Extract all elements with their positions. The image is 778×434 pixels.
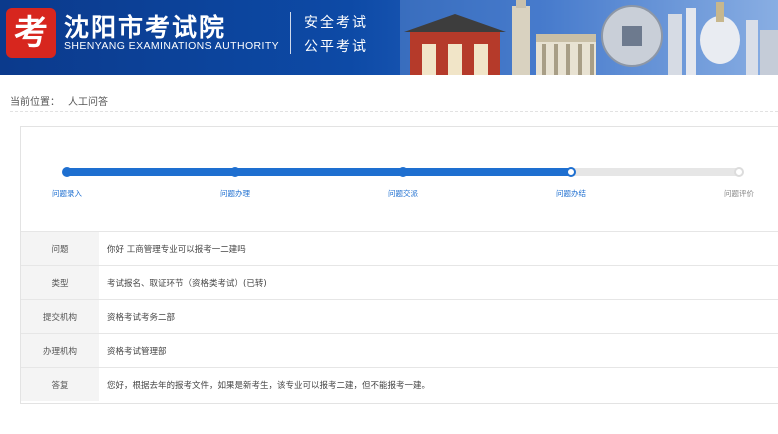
detail-value: 考试报名、取证环节（资格类考试）(已转) [99,265,778,300]
breadcrumb: 当前位置： 人工问答 [10,93,108,108]
progress-step-label: 问题评价 [724,189,754,198]
slogan-fair-exam: 公平考试 [304,39,368,55]
city-skyline-image [400,0,778,75]
banner-divider [290,12,291,54]
slogan-safe-exam: 安全考试 [304,15,368,31]
detail-key: 提交机构 [21,299,99,334]
site-header-banner: 考 沈阳市考试院 SHENYANG EXAMINATIONS AUTHORITY… [0,0,778,75]
question-detail-card: 问题录入 问题办理 问题交派 问题办结 问题评价 问题 你好 工商管理专业可以报考一二建吗… [20,126,778,404]
progress-tracker: 问题录入 问题办理 问题交派 问题办结 问题评价 [21,127,778,231]
detail-key: 类型 [21,265,99,300]
progress-step-dot [734,167,744,177]
progress-step-label: 问题录入 [52,189,82,198]
site-subtitle: SHENYANG EXAMINATIONS AUTHORITY [64,40,280,52]
breadcrumb-divider [10,111,778,112]
detail-key: 答复 [21,367,99,401]
detail-table: 问题 你好 工商管理专业可以报考一二建吗 类型 考试报名、取证环节（资格类考试）(已转… [21,231,778,401]
progress-step-dot [230,167,240,177]
progress-step-label: 问题办理 [220,189,250,198]
progress-fill [63,168,573,176]
detail-value: 您好，根据去年的报考文件，如果是新考生，该专业可以报考二建，但不能报考一建。 [99,367,778,401]
table-row: 类型 考试报名、取证环节（资格类考试）(已转) [21,265,778,300]
detail-key: 问题 [21,231,99,266]
breadcrumb-label: 当前位置： [10,97,60,108]
progress-step-label: 问题办结 [556,189,586,198]
progress-step-dot [398,167,408,177]
site-logo[interactable]: 考 [6,8,56,58]
progress-step-dot [62,167,72,177]
table-row: 问题 你好 工商管理专业可以报考一二建吗 [21,231,778,266]
site-title: 沈阳市考试院 [64,13,227,42]
progress-step-label: 问题交派 [388,189,418,198]
detail-value: 资格考试考务二部 [99,299,778,334]
progress-step-dot [566,167,576,177]
detail-key: 办理机构 [21,333,99,368]
detail-value: 你好 工商管理专业可以报考一二建吗 [99,231,778,266]
table-row: 提交机构 资格考试考务二部 [21,299,778,334]
table-row: 答复 您好，根据去年的报考文件，如果是新考生，该专业可以报考二建，但不能报考一建。 [21,367,778,401]
breadcrumb-current[interactable]: 人工问答 [68,97,108,108]
table-row: 办理机构 资格考试管理部 [21,333,778,368]
detail-value: 资格考试管理部 [99,333,778,368]
